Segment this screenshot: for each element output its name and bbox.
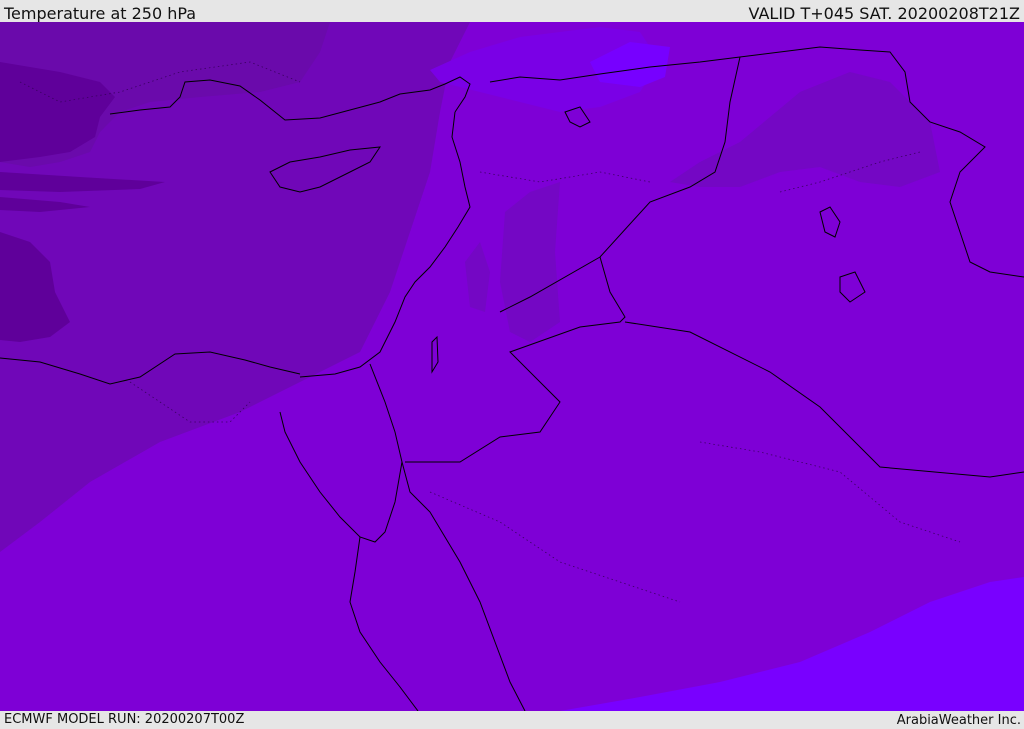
credit-text: ArabiaWeather Inc. (896, 713, 1021, 728)
temperature-map (0, 22, 1024, 711)
map-title: Temperature at 250 hPa (4, 4, 197, 23)
header-bar: Temperature at 250 hPa VALID T+045 SAT. … (0, 0, 1024, 23)
model-run: ECMWF MODEL RUN: 20200207T00Z (4, 712, 245, 727)
map-canvas[interactable] (0, 22, 1024, 711)
footer-bar: ECMWF MODEL RUN: 20200207T00Z ArabiaWeat… (0, 711, 1024, 729)
valid-time: VALID T+045 SAT. 20200208T21Z (748, 4, 1020, 23)
